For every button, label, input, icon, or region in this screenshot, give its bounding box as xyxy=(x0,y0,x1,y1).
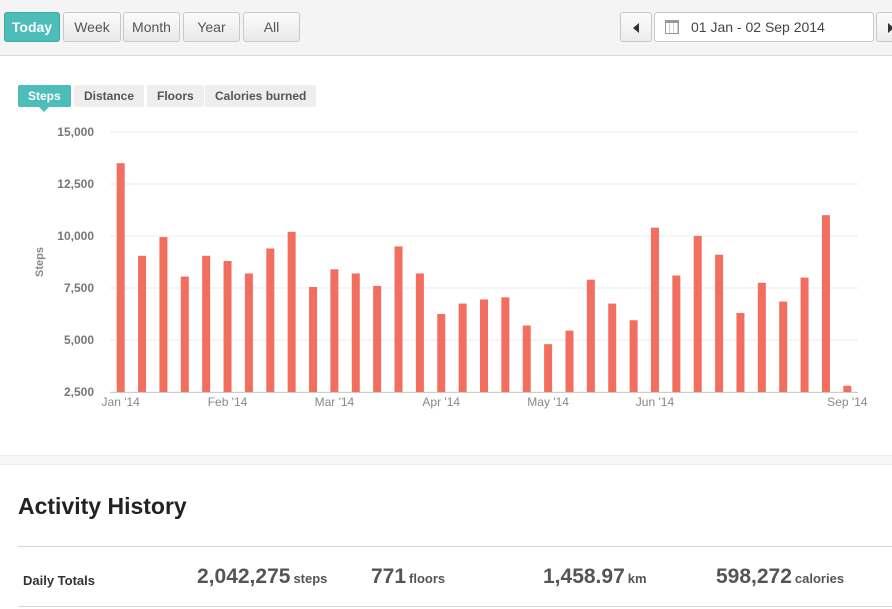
total-calories: 598,272 calories xyxy=(716,565,844,589)
total-calories-unit: calories xyxy=(794,571,845,586)
chart-bar xyxy=(394,246,403,392)
steps-bar-chart: 2,500 5,000 7,500 10,000 12,500 15,000 Steps Ja… xyxy=(34,125,868,409)
chart-bar xyxy=(458,303,467,392)
total-floors: 771 floors xyxy=(371,565,445,589)
date-range-picker[interactable]: 01 Jan - 02 Sep 2014 xyxy=(654,12,874,42)
chart-bar xyxy=(779,301,788,392)
y-tick-label: 5,000 xyxy=(64,333,94,347)
range-button-week[interactable]: Week xyxy=(63,12,121,42)
x-tick-label: May '14 xyxy=(527,395,569,409)
date-range-text: 01 Jan - 02 Sep 2014 xyxy=(691,19,825,35)
chart-bar xyxy=(565,330,574,392)
range-button-month[interactable]: Month xyxy=(123,12,180,42)
x-tick-label: Apr '14 xyxy=(422,395,460,409)
chart-bar xyxy=(351,273,360,392)
toolbar: Today Week Month Year All 01 Jan - 02 Se… xyxy=(0,0,892,56)
x-tick-label: Jan '14 xyxy=(102,395,141,409)
caret-left-icon xyxy=(633,23,639,33)
activity-history-title: Activity History xyxy=(18,493,187,519)
chart-bar xyxy=(202,255,211,392)
chart-bar xyxy=(501,297,510,392)
chart-bar xyxy=(672,275,681,392)
section-divider xyxy=(0,455,892,465)
chart-bar xyxy=(522,325,531,392)
chart-bar xyxy=(437,314,446,392)
chart-bar xyxy=(159,237,168,392)
tab-steps[interactable]: Steps xyxy=(18,85,71,112)
y-axis-label: Steps xyxy=(34,247,46,277)
range-button-all[interactable]: All xyxy=(243,12,300,42)
next-period-button[interactable] xyxy=(876,12,892,42)
x-tick-label: Feb '14 xyxy=(208,395,248,409)
total-calories-value: 598,272 xyxy=(716,565,792,588)
caret-right-icon xyxy=(888,23,892,33)
history-bottom-rule xyxy=(18,606,892,607)
total-distance-value: 1,458.97 xyxy=(543,565,625,588)
y-tick-label: 7,500 xyxy=(64,281,94,295)
y-tick-label: 2,500 xyxy=(64,385,94,399)
chart-bar xyxy=(138,255,147,392)
chart-bar xyxy=(629,320,638,392)
steps-chart: 2,500 5,000 7,500 10,000 12,500 15,000 Steps Ja… xyxy=(0,115,892,415)
y-tick-label: 10,000 xyxy=(57,229,94,243)
tab-distance[interactable]: Distance xyxy=(74,85,145,107)
chart-bar xyxy=(757,282,766,392)
previous-period-button[interactable] xyxy=(620,12,652,42)
chart-bar xyxy=(480,299,488,392)
chart-bar xyxy=(715,254,724,392)
chart-bar xyxy=(544,344,553,392)
chart-bar xyxy=(266,248,275,392)
total-steps-value: 2,042,275 xyxy=(197,565,291,588)
x-tick-label: Sep '14 xyxy=(827,395,868,409)
total-distance: 1,458.97 km xyxy=(543,565,647,589)
chart-bar xyxy=(821,215,830,392)
chart-bar xyxy=(650,227,659,392)
total-steps: 2,042,275 steps xyxy=(197,565,327,589)
x-tick-label: Jun '14 xyxy=(636,395,675,409)
total-floors-value: 771 xyxy=(371,565,407,588)
chart-bar xyxy=(330,269,339,392)
tab-floors[interactable]: Floors xyxy=(147,85,204,107)
chart-bar xyxy=(736,312,745,392)
calendar-icon xyxy=(665,20,679,34)
chart-bar xyxy=(223,260,232,392)
chart-bar xyxy=(415,273,424,392)
chart-bar xyxy=(586,279,595,392)
chart-bar xyxy=(608,303,617,392)
chart-bar xyxy=(116,163,125,392)
total-floors-unit: floors xyxy=(409,571,446,586)
range-button-today[interactable]: Today xyxy=(4,12,60,42)
history-top-rule xyxy=(18,546,892,547)
y-tick-label: 15,000 xyxy=(57,125,94,139)
y-tick-label: 12,500 xyxy=(57,177,94,191)
tab-calories-burned[interactable]: Calories burned xyxy=(205,85,317,107)
chart-bar xyxy=(309,286,318,392)
chart-bar xyxy=(800,277,809,392)
range-button-year[interactable]: Year xyxy=(183,12,240,42)
total-steps-unit: steps xyxy=(293,571,328,586)
chart-bar xyxy=(843,385,852,392)
chart-bar xyxy=(373,285,382,392)
chart-bar xyxy=(287,231,296,392)
chart-bar xyxy=(693,236,702,392)
daily-totals-label: Daily Totals xyxy=(23,573,96,588)
chart-bar xyxy=(244,273,253,392)
x-tick-label: Mar '14 xyxy=(315,395,355,409)
total-distance-unit: km xyxy=(627,571,647,586)
chart-bar xyxy=(180,276,189,392)
